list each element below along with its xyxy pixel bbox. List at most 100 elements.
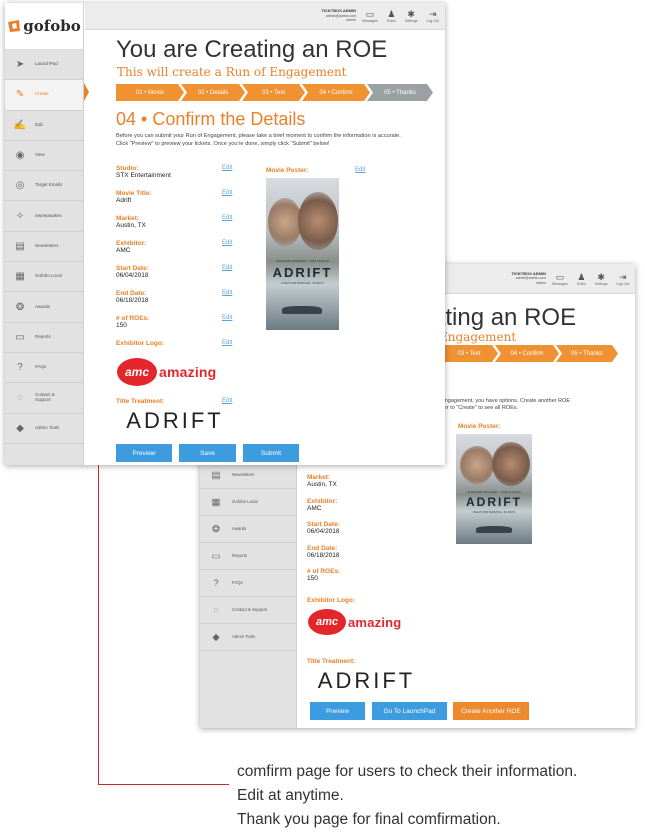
- poster-edit-link[interactable]: Edit: [355, 167, 365, 173]
- chat-icon: ◌: [17, 392, 23, 404]
- field-list: Studio: STX Entertainment Edit Movie Title:…: [116, 165, 236, 340]
- log-out-button[interactable]: ⇥ Log Out: [427, 9, 439, 23]
- sidebar-item-faqs[interactable]: ? FAQs: [5, 353, 83, 384]
- preview-button[interactable]: Preview: [310, 702, 365, 720]
- step-05[interactable]: 05 • Thanks: [556, 345, 618, 362]
- field-list: Market: Austin, TX Exhibitor: AMC Start Date…: [307, 474, 427, 592]
- preview-button[interactable]: Preview: [116, 444, 172, 462]
- step-01[interactable]: 01 • Movie: [116, 84, 184, 101]
- newsletter-icon: ▤: [211, 469, 221, 481]
- sidebar-item-faqs[interactable]: ? FAQs: [200, 570, 296, 597]
- sidebar-item-contact-support[interactable]: ◌ Contact & Support: [5, 383, 83, 414]
- sidebar-item-gofobo-local[interactable]: ▦ Gofobo Local: [5, 262, 83, 293]
- local-icon: ▦: [15, 271, 25, 283]
- field-edit-link[interactable]: Edit: [222, 290, 232, 296]
- create-another-roe-button[interactable]: Create Another ROE: [453, 702, 529, 720]
- field-label: Exhibitor:: [307, 497, 338, 505]
- ticket-icon: ✧: [15, 210, 25, 222]
- field-value: 150: [307, 575, 318, 582]
- field-value: AMC: [116, 247, 131, 254]
- sidebar-item-edit[interactable]: ✍ Edit: [5, 111, 83, 141]
- sidebar-item-label: Admin Tools: [232, 633, 256, 639]
- sidebar-item-awards[interactable]: ❂ Awards: [200, 516, 296, 543]
- field-label: # of ROEs:: [116, 315, 150, 322]
- sidebar-item-gofobo-local[interactable]: ▦ Gofobo Local: [200, 489, 296, 516]
- chat-icon: ◌: [213, 604, 219, 616]
- roles-button[interactable]: ♟ Roles: [387, 9, 396, 23]
- settings-button[interactable]: ✱ Settings: [595, 272, 608, 286]
- annotation-line: Thank you page for final comfirmation.: [237, 811, 501, 828]
- user-info: TICKTBOX ADMIN admin@admin.com admin: [511, 270, 546, 285]
- question-icon: ?: [17, 362, 23, 374]
- exhibitor-logo-edit-link[interactable]: Edit: [222, 340, 232, 346]
- settings-button[interactable]: ✱ Settings: [405, 9, 418, 23]
- submit-button[interactable]: Submit: [243, 444, 299, 462]
- field-studio: Studio: STX Entertainment Edit: [116, 165, 236, 190]
- field-value: 06/18/2018: [116, 297, 149, 304]
- field-end-date: End Date: 06/18/2018 Edit: [116, 290, 236, 315]
- topbar-button-label: Messages: [551, 281, 568, 286]
- gofobo-logo-icon: [8, 20, 21, 32]
- step-03[interactable]: 03 • Text: [440, 345, 498, 362]
- sidebar-item-create[interactable]: ✎ Create: [5, 80, 83, 111]
- roles-button[interactable]: ♟ Roles: [577, 272, 586, 286]
- step-03[interactable]: 03 • Text: [242, 84, 305, 101]
- field-edit-link[interactable]: Edit: [222, 215, 232, 221]
- logo[interactable]: gofobo: [5, 3, 83, 50]
- field--of-roes: # of ROEs: 150: [307, 568, 427, 592]
- field-edit-link[interactable]: Edit: [222, 265, 232, 271]
- sidebar-item-admin-tools[interactable]: ◆ Admin Tools: [5, 414, 83, 444]
- topbar-button-label: Settings: [594, 281, 608, 286]
- sidebar-item-newsletters[interactable]: ▤ Newsletters: [5, 232, 83, 263]
- step-05[interactable]: 05 • Thanks: [367, 84, 433, 101]
- log-out-button[interactable]: ⇥ Log Out: [617, 272, 629, 286]
- annotation-line: comfirm page for users to check their in…: [237, 763, 578, 780]
- page-title: You are Creating an ROE: [116, 36, 388, 63]
- field-value: AMC: [307, 504, 322, 512]
- gear-icon: ✱: [407, 9, 415, 19]
- sidebar-item-contact-support[interactable]: ◌ Contact & Support: [200, 597, 296, 624]
- save-button[interactable]: Save: [179, 444, 236, 462]
- field-edit-link[interactable]: Edit: [222, 315, 232, 321]
- field-label: Start Date:: [116, 265, 149, 272]
- sidebar-item-reports[interactable]: ▭ Reports: [200, 543, 296, 570]
- field-value: 06/04/2018: [307, 528, 340, 535]
- step-04[interactable]: 04 • Confirm: [495, 345, 559, 362]
- sidebar-item-label: View: [35, 152, 45, 158]
- sidebar-item-label: Create: [35, 91, 49, 97]
- field-edit-link[interactable]: Edit: [222, 240, 232, 246]
- sidebar-item-label: Contact & Support: [232, 606, 268, 612]
- sidebar-item-reports[interactable]: ▭ Reports: [5, 323, 83, 353]
- sidebar-item-admin-tools[interactable]: ◆ Admin Tools: [200, 624, 296, 651]
- topbar-button-label: Roles: [386, 19, 396, 23]
- active-indicator: [84, 83, 89, 101]
- field-value: 06/04/2018: [116, 272, 149, 279]
- sidebar-item-label: Edit: [35, 121, 43, 127]
- title-treatment-edit-link[interactable]: Edit: [222, 398, 232, 404]
- messages-button[interactable]: ▭ Messages: [552, 272, 568, 286]
- sidebar-item-view[interactable]: ◉ View: [5, 141, 83, 172]
- reports-icon: ▭: [211, 550, 221, 562]
- step-04[interactable]: 04 • Confirm: [302, 84, 370, 101]
- sidebar-item-label: FAQs: [35, 364, 47, 370]
- local-icon: ▦: [211, 496, 221, 508]
- annotation-connector-vertical: [98, 465, 99, 785]
- sidebar-item-newsletters[interactable]: ▤ Newsletters: [200, 462, 296, 489]
- messages-button[interactable]: ▭ Messages: [362, 9, 378, 23]
- step-progress: 01 • Movie 02 • Details 03 • Text 04 • C…: [116, 84, 430, 101]
- field-edit-link[interactable]: Edit: [222, 165, 232, 171]
- sidebar-item-launchpad[interactable]: ➤ LaunchPad: [5, 50, 83, 81]
- topbar-button-label: Roles: [576, 281, 586, 286]
- sidebar-item-awards[interactable]: ❂ Awards: [5, 292, 83, 323]
- page-title: ating an ROE: [432, 304, 577, 331]
- exhibitor-logo-label: Exhibitor Logo:: [307, 597, 356, 604]
- step-02[interactable]: 02 • Details: [181, 84, 245, 101]
- field-edit-link[interactable]: Edit: [222, 190, 232, 196]
- users-icon: ♟: [387, 9, 396, 19]
- sidebar-item-label: Newsletters: [232, 471, 255, 477]
- go-to-launchpad-button[interactable]: Go To LaunchPad: [372, 702, 447, 720]
- question-icon: ?: [213, 577, 219, 589]
- sidebar-item-sweepstakes[interactable]: ✧ Sweepstakes: [5, 201, 83, 232]
- sidebar-item-target-emails[interactable]: ◎ Target Emails: [5, 171, 83, 202]
- field-market: Market: Austin, TX Edit: [116, 215, 236, 240]
